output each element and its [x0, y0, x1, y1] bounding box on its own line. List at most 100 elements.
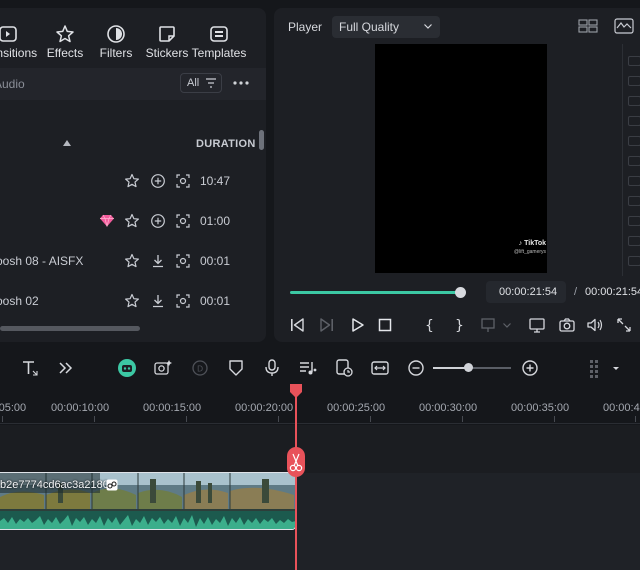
video-preview[interactable]: ♪ TikTok @lift_gamerys	[375, 44, 547, 273]
scissors-split-icon[interactable]	[287, 447, 305, 477]
tab-label: Transitions	[0, 46, 38, 60]
download-icon[interactable]	[150, 253, 166, 269]
ruler-label: 00:00:25:00	[327, 402, 386, 414]
premium-gem-icon	[100, 214, 114, 227]
ai-copilot-icon[interactable]	[117, 358, 137, 378]
add-circle-icon[interactable]	[150, 173, 166, 189]
scan-similar-icon[interactable]	[175, 253, 191, 269]
ruler-label: 00:00:30:00	[419, 402, 478, 414]
ruler-label: 00:00:10:00	[51, 402, 110, 414]
download-icon[interactable]	[150, 293, 166, 309]
zoom-out-icon[interactable]	[406, 358, 426, 378]
filter-icon	[206, 78, 216, 88]
time-ruler[interactable]: 00:00:05:00 00:00:10:00 00:00:15:00 00:0…	[0, 388, 640, 424]
add-circle-icon[interactable]	[150, 213, 166, 229]
insert-clip-icon[interactable]	[480, 316, 498, 334]
favorite-star-icon[interactable]	[124, 293, 140, 309]
filter-label: All	[187, 77, 200, 89]
grid-view-icon[interactable]	[578, 18, 598, 34]
player-label: Player	[288, 20, 323, 34]
current-time-value: 00:00:21:54	[499, 286, 558, 298]
ruler-label: 00:00:35:00	[511, 402, 570, 414]
stop-icon[interactable]	[376, 316, 394, 334]
fit-to-timeline-icon[interactable]	[370, 358, 390, 378]
text-tool-icon[interactable]	[20, 358, 40, 378]
effects-icon	[55, 24, 75, 44]
stickers-icon	[157, 24, 177, 44]
time-separator: /	[574, 286, 578, 298]
tab-transitions[interactable]: Transitions	[0, 8, 38, 66]
favorite-star-icon[interactable]	[124, 253, 140, 269]
fullscreen-icon[interactable]	[615, 316, 633, 334]
tab-effects[interactable]: Effects	[40, 8, 90, 66]
transitions-icon	[0, 24, 18, 44]
microphone-icon[interactable]	[262, 358, 282, 378]
media-library-panel: Transitions Effects Filters Stickers Tem…	[0, 8, 266, 342]
mark-out-icon[interactable]: }	[450, 316, 468, 334]
search-input[interactable]: Audio	[0, 77, 25, 91]
zoom-slider-handle[interactable]	[464, 363, 473, 372]
tab-filters[interactable]: Filters	[96, 8, 136, 66]
previous-frame-icon[interactable]	[288, 316, 306, 334]
chevron-down-icon[interactable]	[610, 358, 622, 378]
smart-cutout-icon[interactable]	[153, 358, 173, 378]
horizontal-scrollbar[interactable]	[0, 326, 140, 331]
playback-progress-bar[interactable]	[290, 291, 461, 294]
audio-mixer-icon[interactable]	[298, 358, 318, 378]
item-duration: 00:01	[200, 254, 231, 268]
mark-in-icon[interactable]: {	[420, 316, 438, 334]
list-item[interactable]: Whoosh 08 - AISFX 00:01	[0, 243, 266, 279]
scan-similar-icon[interactable]	[175, 213, 191, 229]
tab-stickers[interactable]: Stickers	[142, 8, 192, 66]
current-time-field[interactable]: 00:00:21:54	[486, 281, 566, 303]
watermark-user: @lift_gamerys	[514, 249, 547, 255]
list-item[interactable]: Whoosh 02 00:01	[0, 283, 266, 319]
playhead-line[interactable]	[295, 392, 297, 570]
more-tools-chevron-icon[interactable]	[55, 358, 75, 378]
favorite-star-icon[interactable]	[124, 173, 140, 189]
playhead-handle[interactable]	[289, 384, 303, 398]
next-frame-icon[interactable]	[318, 316, 336, 334]
tab-label: Effects	[46, 46, 84, 60]
duration-column-header[interactable]: DURATION	[196, 138, 256, 150]
tab-label: Templates	[191, 46, 247, 60]
scan-similar-icon[interactable]	[175, 173, 191, 189]
chevron-down-icon	[424, 24, 432, 29]
volume-icon[interactable]	[586, 316, 604, 334]
tab-label: Stickers	[145, 46, 189, 60]
shield-marker-icon[interactable]	[226, 358, 246, 378]
sort-ascending-icon[interactable]	[63, 140, 71, 146]
zoom-in-icon[interactable]	[520, 358, 540, 378]
templates-icon	[209, 24, 229, 44]
vertical-scrollbar[interactable]	[259, 130, 264, 150]
search-bar[interactable]: Audio All	[0, 68, 266, 100]
quality-dropdown[interactable]: Full Quality	[332, 16, 440, 38]
list-column-header: DURATION	[0, 130, 266, 158]
filter-dropdown[interactable]: All	[180, 73, 222, 93]
chevron-down-icon[interactable]	[502, 316, 512, 334]
ruler-label: 00:00:20:00	[235, 402, 294, 414]
scan-similar-icon[interactable]	[175, 293, 191, 309]
audio-meter-icon[interactable]	[614, 18, 634, 34]
disabled-tool-icon[interactable]: D	[190, 358, 210, 378]
filters-icon	[106, 24, 126, 44]
auto-sync-icon[interactable]	[334, 358, 354, 378]
playback-progress-handle[interactable]	[455, 287, 466, 298]
render-preview-icon[interactable]	[528, 316, 546, 334]
tiktok-watermark: ♪ TikTok @lift_gamerys	[514, 240, 546, 256]
tab-templates[interactable]: Templates	[190, 8, 248, 66]
layout-grid-icon[interactable]	[586, 358, 606, 378]
list-item[interactable]: 01:00	[0, 203, 266, 239]
svg-text:D: D	[197, 365, 203, 374]
snapshot-camera-icon[interactable]	[558, 316, 576, 334]
item-name: Whoosh 08 - AISFX	[0, 254, 84, 268]
more-options-icon[interactable]	[232, 75, 250, 91]
svg-text:{: {	[425, 318, 434, 334]
list-item[interactable]: 10:47	[0, 163, 266, 199]
favorite-star-icon[interactable]	[124, 213, 140, 229]
audio-meter-strip	[622, 44, 640, 276]
timeline[interactable]: 00:00:05:00 00:00:10:00 00:00:15:00 00:0…	[0, 388, 640, 570]
play-icon[interactable]	[348, 316, 366, 334]
video-clip[interactable]: b2e7774cd6ac3a2180c	[0, 472, 296, 530]
media-tabs: Transitions Effects Filters Stickers Tem…	[0, 8, 266, 66]
